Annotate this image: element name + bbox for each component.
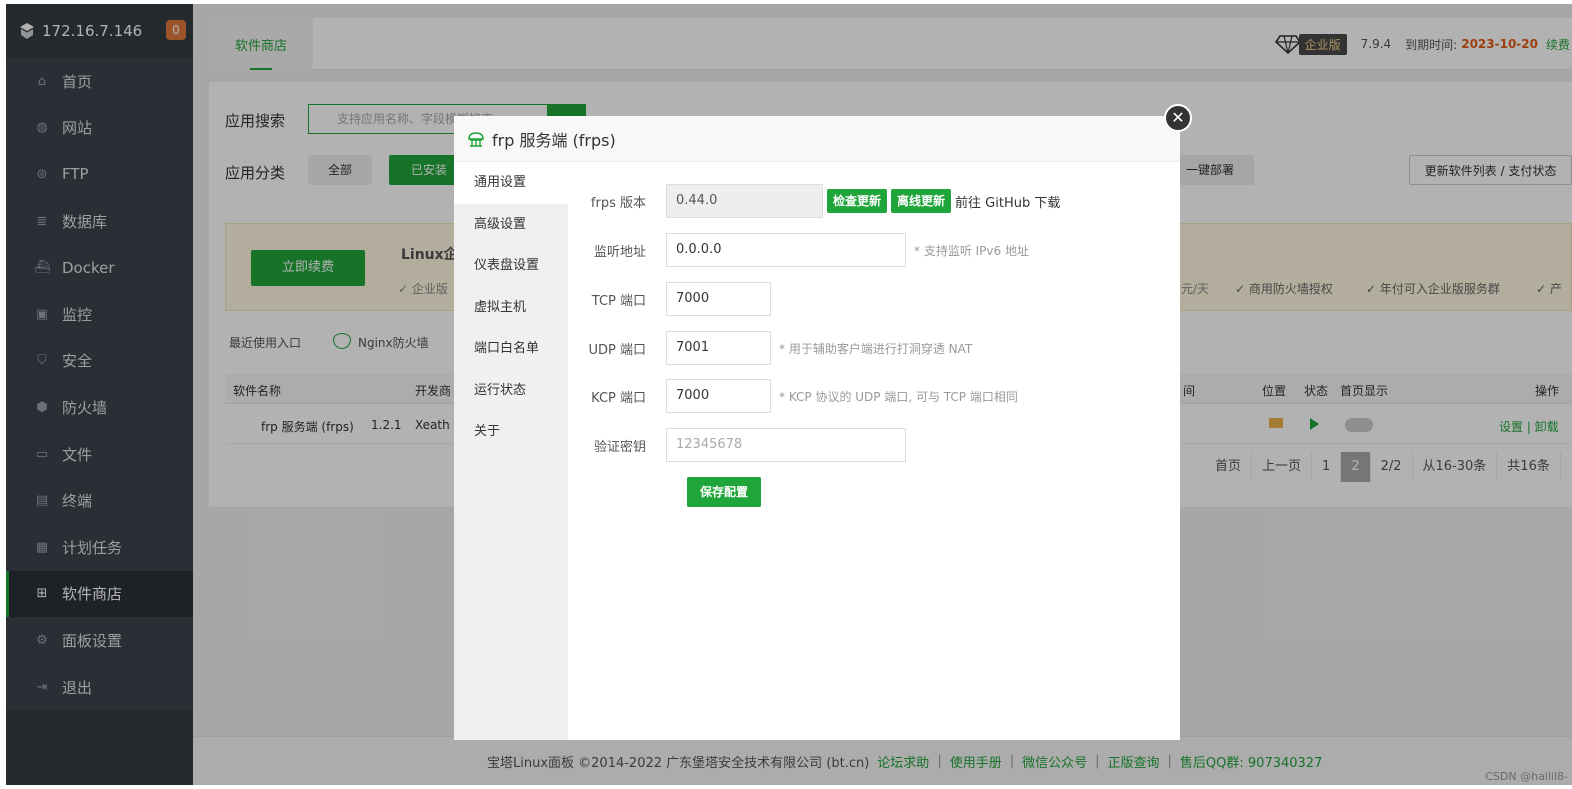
modal-tab-1[interactable]: 高级设置 xyxy=(454,204,568,246)
kcp-port-input[interactable]: 7000 xyxy=(666,379,771,413)
modal-title: frp 服务端 (frps) xyxy=(492,130,616,150)
offline-update-button[interactable]: 离线更新 xyxy=(891,189,952,213)
tcp-row: TCP 端口 7000 xyxy=(568,282,771,316)
check-update-button[interactable]: 检查更新 xyxy=(827,189,888,213)
version-label: frps 版本 xyxy=(590,195,646,211)
udp-port-input[interactable]: 7001 xyxy=(666,331,771,365)
token-label: 验证密钥 xyxy=(593,439,646,455)
close-icon[interactable]: ✕ xyxy=(1164,104,1192,132)
version-field: 0.44.0 xyxy=(666,184,823,218)
token-input[interactable]: 12345678 xyxy=(666,428,906,462)
modal-header: frp 服务端 (frps) xyxy=(454,116,1180,162)
modal-tab-0[interactable]: 通用设置 xyxy=(454,162,568,204)
udp-row: UDP 端口 7001 * 用于辅助客户端进行打洞穿透 NAT xyxy=(568,331,972,365)
modal-tab-6[interactable]: 关于 xyxy=(454,411,568,453)
modal-tabs: 通用设置 高级设置 仪表盘设置 虚拟主机 端口白名单 运行状态 关于 xyxy=(454,162,568,740)
modal-tab-5[interactable]: 运行状态 xyxy=(454,370,568,412)
frp-icon xyxy=(468,131,484,147)
frps-modal: frp 服务端 (frps) 通用设置 高级设置 仪表盘设置 虚拟主机 端口白名单 运行状… xyxy=(454,116,1180,740)
kcp-row: KCP 端口 7000 * KCP 协议的 UDP 端口, 可与 TCP 端口相… xyxy=(568,379,1018,413)
listen-note: * 支持监听 IPv6 地址 xyxy=(914,243,1029,258)
app-root: 172.16.7.146 0 ⌂ 首页 ◍ 网站 ⊜ FTP ≣ 数据库 ⛴ Docker ▣ 监控 ⛉… xyxy=(6,4,1572,785)
udp-note: * 用于辅助客户端进行打洞穿透 NAT xyxy=(779,341,973,356)
udp-label: UDP 端口 xyxy=(588,342,647,358)
version-row: frps 版本 0.44.0 检查更新 离线更新 前往 GitHub 下载 xyxy=(568,184,1060,218)
modal-tab-3[interactable]: 虚拟主机 xyxy=(454,287,568,329)
kcp-note: * KCP 协议的 UDP 端口, 可与 TCP 端口相同 xyxy=(779,389,1018,404)
kcp-label: KCP 端口 xyxy=(591,390,646,406)
token-row: 验证密钥 12345678 xyxy=(568,428,906,462)
listen-label: 监听地址 xyxy=(593,244,646,260)
github-download-link[interactable]: 前往 GitHub 下载 xyxy=(955,192,1060,211)
listen-row: 监听地址 0.0.0.0 * 支持监听 IPv6 地址 xyxy=(568,233,1029,267)
tcp-port-input[interactable]: 7000 xyxy=(666,282,771,316)
modal-tab-4[interactable]: 端口白名单 xyxy=(454,328,568,370)
save-config-button[interactable]: 保存配置 xyxy=(687,477,761,507)
tcp-label: TCP 端口 xyxy=(591,293,646,309)
listen-address-input[interactable]: 0.0.0.0 xyxy=(666,233,906,267)
modal-tab-2[interactable]: 仪表盘设置 xyxy=(454,245,568,287)
